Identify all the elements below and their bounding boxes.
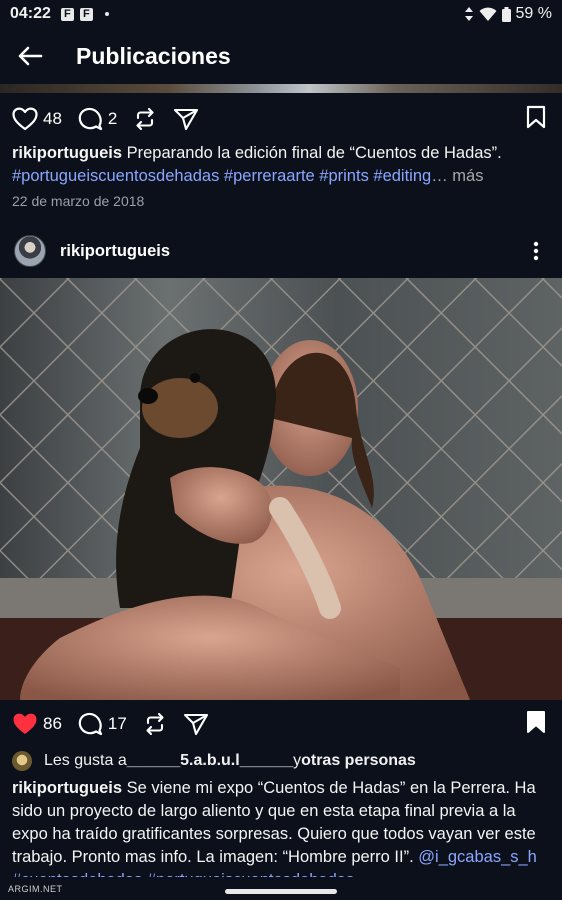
status-time: 04:22 <box>10 5 51 22</box>
liked-by-mid: y <box>293 752 302 769</box>
top-app-bar: Publicaciones <box>0 28 562 84</box>
facebook-notification-icon: F <box>60 7 74 21</box>
like-button[interactable]: 48 <box>12 107 62 131</box>
post-actions-bar: 48 2 <box>0 96 562 142</box>
avatar <box>12 751 32 771</box>
post-username[interactable]: rikiportugueis <box>60 242 170 261</box>
post-image[interactable] <box>0 278 562 700</box>
comment-icon <box>78 107 103 130</box>
more-vertical-icon <box>533 241 539 261</box>
post-actions-bar: 86 17 <box>0 701 562 747</box>
share-button[interactable] <box>173 107 199 131</box>
facebook-notification-icon: F <box>79 7 93 21</box>
caption-hashtags[interactable]: #portugueiscuentosdehadas #perreraarte #… <box>12 167 431 185</box>
back-button[interactable] <box>0 28 60 84</box>
caption-text: Preparando la edición final de “Cuentos … <box>122 144 502 162</box>
comment-button[interactable]: 2 <box>78 107 117 132</box>
wifi-icon <box>479 7 497 21</box>
bookmark-filled-icon <box>527 710 545 733</box>
home-indicator[interactable] <box>225 889 337 894</box>
post-header: rikiportugueis <box>0 228 562 274</box>
caption-username[interactable]: rikiportugueis <box>12 779 122 797</box>
heart-outline-icon <box>12 107 38 131</box>
liked-by-others[interactable]: otras personas <box>301 752 416 770</box>
comment-count[interactable]: 2 <box>108 109 117 129</box>
bookmark-outline-icon <box>526 105 546 128</box>
like-count[interactable]: 86 <box>43 714 62 734</box>
status-right: 59 % <box>464 5 552 23</box>
battery-icon <box>501 6 511 22</box>
comment-button[interactable]: 17 <box>78 712 127 737</box>
status-bar: 04:22 F F 59 % <box>0 0 562 28</box>
comment-count[interactable]: 17 <box>108 714 127 734</box>
post-options-button[interactable] <box>524 239 548 263</box>
comment-icon <box>78 712 103 735</box>
post-caption: rikiportugueis Preparando la edición fin… <box>12 142 552 188</box>
post-caption: rikiportugueis Se viene mi expo “Cuentos… <box>12 777 552 877</box>
post-date: 22 de marzo de 2018 <box>12 193 145 209</box>
battery-percent: 59 % <box>515 5 552 22</box>
avatar[interactable] <box>14 235 46 267</box>
save-button[interactable] <box>526 105 546 134</box>
data-transfer-icon <box>464 7 473 21</box>
repost-icon <box>146 712 164 736</box>
previous-post-image[interactable] <box>0 84 562 93</box>
more-notifications-dot-icon <box>104 12 109 16</box>
caption-username[interactable]: rikiportugueis <box>12 144 122 162</box>
repost-icon <box>136 107 154 131</box>
save-button[interactable] <box>526 710 546 739</box>
liked-by-prefix: Les gusta a <box>44 752 127 769</box>
repost-button[interactable] <box>133 107 157 131</box>
liked-by-user[interactable]: ______5.a.b.u.l______ <box>127 752 293 770</box>
liked-by-row[interactable]: Les gusta a ______5.a.b.u.l______ y otra… <box>12 748 416 774</box>
share-button[interactable] <box>183 712 209 736</box>
heart-filled-icon <box>13 713 37 734</box>
more-link[interactable]: … más <box>431 167 483 185</box>
photo-illustration <box>0 278 562 700</box>
like-count[interactable]: 48 <box>43 109 62 129</box>
page-title: Publicaciones <box>76 42 231 69</box>
repost-button[interactable] <box>143 712 167 736</box>
send-icon <box>174 108 199 131</box>
arrow-left-icon <box>18 46 43 66</box>
send-icon <box>183 713 208 736</box>
like-button[interactable]: 86 <box>12 712 62 736</box>
watermark: ARGIM.NET <box>8 884 63 894</box>
